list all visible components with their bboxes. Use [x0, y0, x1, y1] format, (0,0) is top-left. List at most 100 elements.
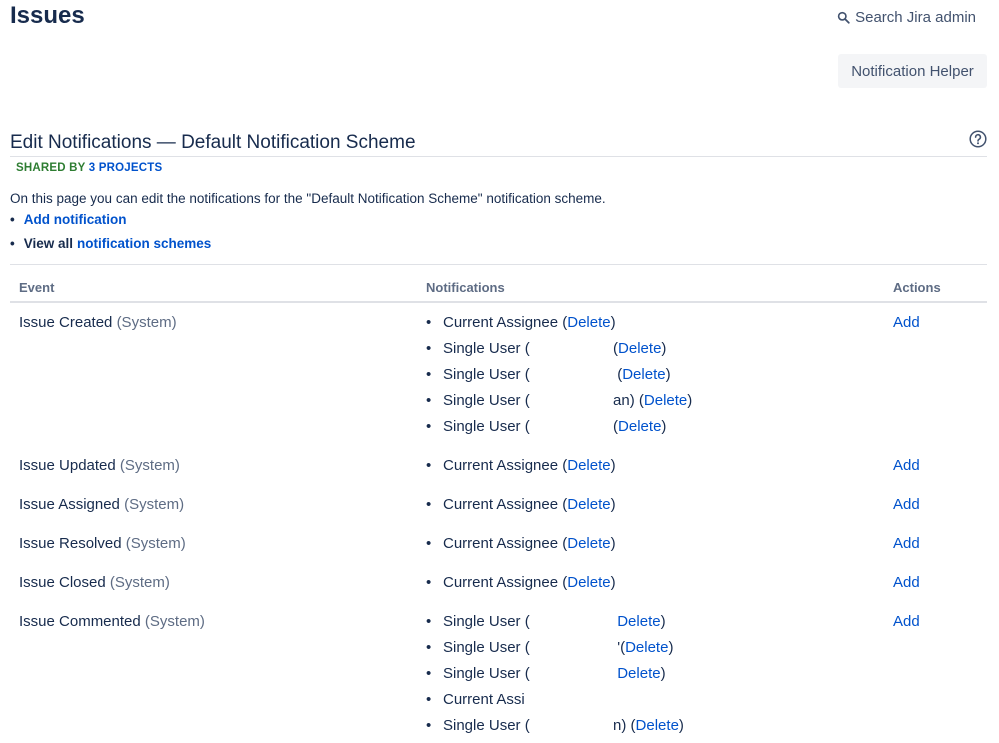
- notification-item: Current Assignee (Delete): [426, 535, 616, 561]
- search-jira-admin-label: Search Jira admin: [855, 9, 976, 26]
- event-name: Issue Closed: [19, 574, 106, 591]
- notification-item: Current Assignee (Delete): [426, 457, 616, 483]
- notification-close-paren: ): [665, 366, 671, 383]
- event-cell: Issue Created (System): [19, 314, 177, 331]
- delete-notification-link[interactable]: Delete: [567, 496, 610, 522]
- delete-notification-link[interactable]: Delete: [617, 613, 660, 639]
- notification-item: Current Assi: [426, 691, 684, 717]
- notification-recipient: Current Assignee (: [443, 496, 568, 513]
- notification-recipient: Current Assignee (: [443, 457, 568, 474]
- scheme-title: Edit Notifications — Default Notificatio…: [10, 132, 416, 153]
- notification-close-paren: ): [668, 639, 674, 656]
- delete-notification-link[interactable]: Delete: [636, 717, 679, 743]
- add-notification-button[interactable]: Add: [893, 613, 920, 630]
- notification-recipient: Single User ( n) (: [443, 717, 636, 734]
- notification-recipient: Single User (: [443, 613, 618, 630]
- notification-close-paren: ): [660, 665, 666, 682]
- notification-recipient: Current Assi: [443, 691, 525, 708]
- notification-recipient: Current Assignee (: [443, 574, 568, 591]
- event-name: Issue Resolved: [19, 535, 122, 552]
- event-cell: Issue Closed (System): [19, 574, 170, 591]
- notification-recipient: Current Assignee (: [443, 535, 568, 552]
- list-item: Add notification: [10, 211, 211, 235]
- event-type: (System): [125, 535, 186, 552]
- notification-close-paren: ): [661, 340, 667, 357]
- event-type: (System): [119, 457, 180, 474]
- notification-helper-button[interactable]: Notification Helper: [838, 54, 987, 88]
- table-header-divider: [10, 301, 987, 303]
- add-notification-button[interactable]: Add: [893, 496, 920, 513]
- delete-notification-link[interactable]: Delete: [625, 639, 668, 665]
- shared-by-projects: SHARED BY 3 PROJECTS: [16, 162, 162, 174]
- notification-recipient: Single User (: [443, 665, 618, 682]
- delete-notification-link[interactable]: Delete: [618, 340, 661, 366]
- event-cell: Issue Commented (System): [19, 613, 205, 630]
- delete-notification-link[interactable]: Delete: [618, 418, 661, 444]
- column-header-notifications: Notifications: [426, 280, 505, 295]
- notification-recipient: Single User ( (: [443, 418, 619, 435]
- notification-close-paren: ): [678, 717, 684, 734]
- delete-notification-link[interactable]: Delete: [622, 366, 665, 392]
- event-type: (System): [116, 314, 177, 331]
- notification-item: Single User ( n) (Delete): [426, 717, 684, 743]
- notification-recipient: Single User ( (: [443, 340, 619, 357]
- add-notification-link[interactable]: Add notification: [24, 211, 127, 235]
- event-type: (System): [109, 574, 170, 591]
- search-icon: [837, 11, 850, 24]
- notification-list: Current Assignee (Delete) Single User ( …: [426, 314, 692, 444]
- event-cell: Issue Resolved (System): [19, 535, 186, 552]
- add-notification-button[interactable]: Add: [893, 314, 920, 331]
- notification-item: Current Assignee (Delete): [426, 574, 616, 600]
- notification-list: Single User ( Delete) Single User ( '(De…: [426, 613, 684, 743]
- notification-item: Single User ( (Delete): [426, 366, 692, 392]
- notification-item: Single User ( Delete): [426, 665, 684, 691]
- event-name: Issue Created: [19, 314, 113, 331]
- search-jira-admin[interactable]: Search Jira admin: [837, 9, 976, 26]
- notification-close-paren: ): [610, 314, 616, 331]
- event-cell: Issue Updated (System): [19, 457, 180, 474]
- notification-close-paren: ): [660, 613, 666, 630]
- page-title: Issues: [10, 2, 85, 29]
- view-all-label: View all: [23, 236, 74, 251]
- shared-by-label: SHARED BY: [16, 162, 86, 174]
- notification-item: Single User ( an) (Delete): [426, 392, 692, 418]
- notification-list: Current Assignee (Delete): [426, 496, 616, 522]
- event-name: Issue Assigned: [19, 496, 120, 513]
- delete-notification-link[interactable]: Delete: [644, 392, 687, 418]
- add-notification-button[interactable]: Add: [893, 535, 920, 552]
- notification-item: Current Assignee (Delete): [426, 314, 692, 340]
- delete-notification-link[interactable]: Delete: [617, 665, 660, 691]
- notification-recipient: Single User ( '(: [443, 639, 626, 656]
- list-item: View all notification schemes: [10, 235, 212, 259]
- notification-close-paren: ): [687, 392, 693, 409]
- notification-close-paren: ): [661, 418, 667, 435]
- add-notification-button[interactable]: Add: [893, 574, 920, 591]
- scheme-header: Edit Notifications — Default Notificatio…: [10, 130, 987, 157]
- notification-list: Current Assignee (Delete): [426, 574, 616, 600]
- notification-recipient: Single User ( (: [443, 366, 623, 383]
- delete-notification-link[interactable]: Delete: [567, 574, 610, 600]
- event-name: Issue Updated: [19, 457, 116, 474]
- event-name: Issue Commented: [19, 613, 141, 630]
- notification-list: Current Assignee (Delete): [426, 535, 616, 561]
- notification-item: Current Assignee (Delete): [426, 496, 616, 522]
- notification-item: Single User ( '(Delete): [426, 639, 684, 665]
- help-icon[interactable]: [969, 130, 987, 148]
- notification-schemes-link[interactable]: notification schemes: [77, 235, 211, 259]
- scheme-actions-list: Add notification View all notification s…: [10, 211, 212, 259]
- add-notification-button[interactable]: Add: [893, 457, 920, 474]
- delete-notification-link[interactable]: Delete: [567, 535, 610, 561]
- notification-close-paren: ): [610, 574, 616, 591]
- event-type: (System): [124, 496, 185, 513]
- delete-notification-link[interactable]: Delete: [567, 314, 610, 340]
- notification-recipient: Current Assignee (: [443, 314, 568, 331]
- column-header-event: Event: [19, 280, 55, 295]
- notification-item: Single User ( (Delete): [426, 340, 692, 366]
- scheme-description: On this page you can edit the notificati…: [10, 191, 606, 206]
- shared-projects-link[interactable]: 3 PROJECTS: [89, 162, 163, 174]
- notification-close-paren: ): [610, 535, 616, 552]
- delete-notification-link[interactable]: Delete: [567, 457, 610, 483]
- event-cell: Issue Assigned (System): [19, 496, 184, 513]
- notification-recipient: Single User ( an) (: [443, 392, 644, 409]
- notification-close-paren: ): [610, 457, 616, 474]
